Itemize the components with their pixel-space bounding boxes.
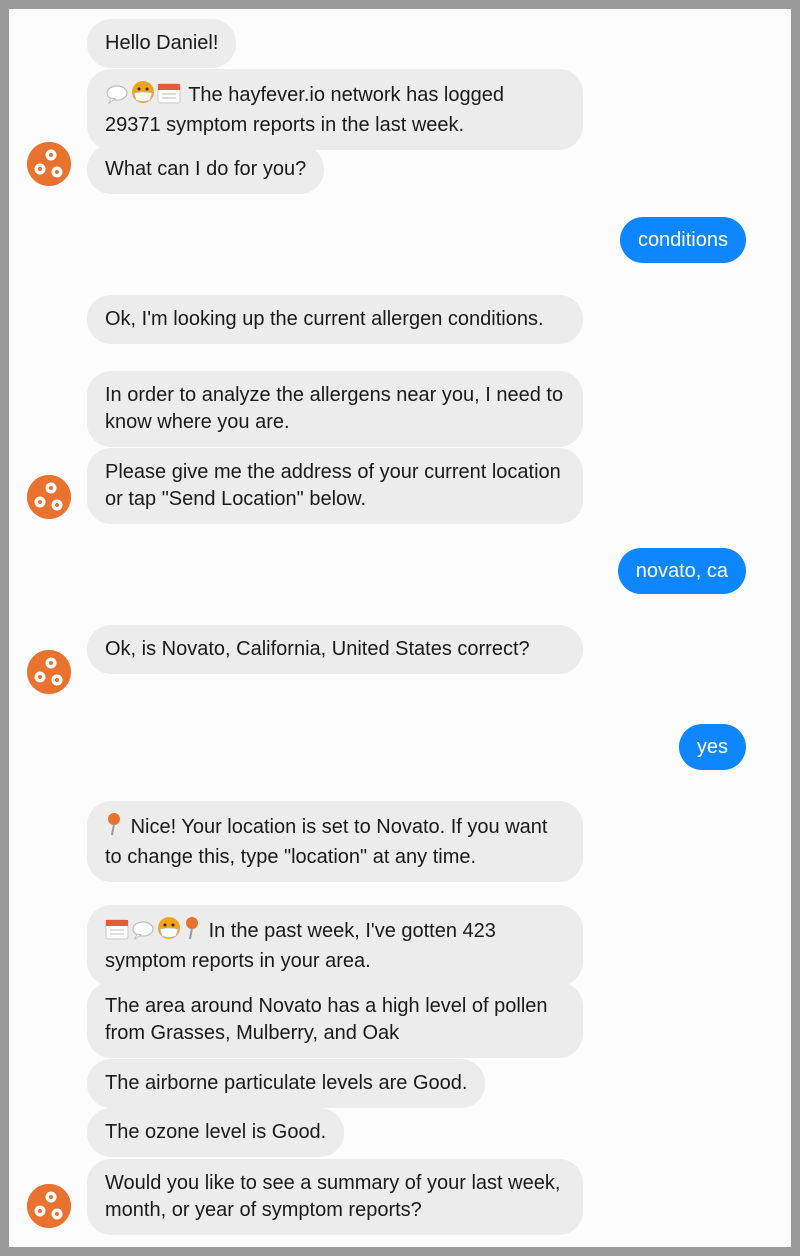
bot-message: What can I do for you? [87,145,325,194]
message-text: conditions [637,229,728,251]
bot-avatar [27,142,71,186]
message-text: Please give me the address of your curre… [105,461,561,510]
message-text: Ok, I'm looking up the current allergen … [105,308,544,330]
face-with-mask-icon [157,916,181,948]
message-text: Ok, is Novato, California, United States… [105,638,530,660]
pollen-icon [27,650,71,694]
message-text: yes [696,736,728,758]
message-text: What can I do for you? [105,158,307,180]
bot-avatar [27,475,71,519]
chat-window: Hello Daniel! The hayfever.io network ha… [9,9,791,1247]
user-message: conditions [619,217,746,263]
face-with-mask-icon [131,80,155,112]
message-text: novato, ca [635,560,728,582]
message-text: The area around Novato has a high level … [105,995,548,1044]
pollen-icon [27,475,71,519]
message-text: Nice! Your location is set to Novato. If… [105,816,548,868]
user-message: yes [678,724,746,770]
bot-message: Hello Daniel! [87,19,237,68]
bot-message: In the past week, I've gotten 423 sympto… [87,905,583,986]
bot-avatar [27,650,71,694]
calendar-icon [157,82,181,112]
message-text: Would you like to see a summary of your … [105,1172,561,1221]
message-text: The ozone level is Good. [105,1121,327,1143]
speech-bubble-icon [131,920,155,948]
user-message: novato, ca [617,548,746,594]
bot-message: The airborne particulate levels are Good… [87,1059,486,1108]
bot-message: Nice! Your location is set to Novato. If… [87,801,583,882]
bot-message: Please give me the address of your curre… [87,448,583,524]
bot-message: Ok, is Novato, California, United States… [87,625,583,674]
pollen-icon [27,1184,71,1228]
speech-bubble-icon [105,84,129,112]
bot-message: In order to analyze the allergens near y… [87,371,583,447]
pollen-icon [27,142,71,186]
bot-message: Would you like to see a summary of your … [87,1159,583,1235]
message-text: In order to analyze the allergens near y… [105,384,564,433]
bot-avatar [27,1184,71,1228]
pushpin-icon [105,812,123,844]
calendar-icon [105,918,129,948]
message-text: The airborne particulate levels are Good… [105,1072,468,1094]
message-text: Hello Daniel! [105,32,219,54]
bot-message: The area around Novato has a high level … [87,982,583,1058]
pushpin-icon [183,916,201,948]
bot-message: Ok, I'm looking up the current allergen … [87,295,583,344]
bot-message: The ozone level is Good. [87,1108,345,1157]
bot-message: The hayfever.io network has logged 29371… [87,69,583,150]
